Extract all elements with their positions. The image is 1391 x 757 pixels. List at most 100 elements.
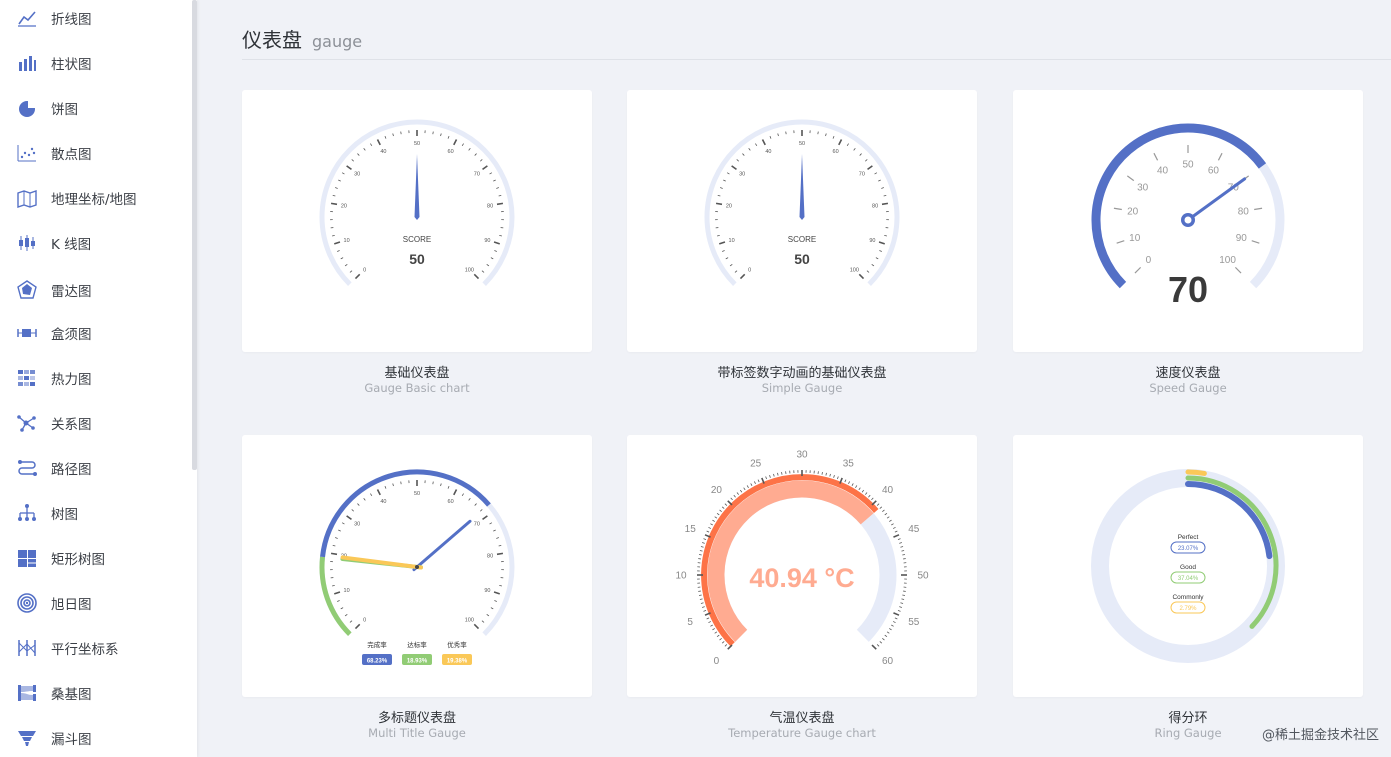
- minor-tick: [886, 631, 890, 634]
- tick-label: 90: [1236, 233, 1248, 244]
- sidebar-item[interactable]: 地理坐标/地图: [0, 178, 190, 218]
- minor-tick: [833, 475, 835, 478]
- tick-label: 30: [796, 450, 808, 461]
- minor-tick: [874, 172, 878, 175]
- minor-tick: [699, 550, 703, 552]
- minor-tick: [871, 497, 874, 501]
- minor-tick: [349, 270, 353, 273]
- major-tick: [1116, 240, 1125, 244]
- gauge-card[interactable]: 0 10 20 30 40 50 60 70 80 90 100 SCORE 50: [242, 90, 592, 352]
- minor-tick: [351, 159, 355, 162]
- tree-icon: [16, 502, 38, 524]
- minor-tick: [883, 194, 887, 197]
- sidebar-item[interactable]: 盒须图: [0, 313, 190, 353]
- ring-progress: [1185, 469, 1207, 476]
- tick-label: 20: [711, 485, 723, 496]
- sidebar-item-label: 折线图: [51, 12, 92, 28]
- tick-label: 0: [714, 656, 720, 667]
- minor-tick: [721, 506, 725, 509]
- sidebar-item[interactable]: 散点图: [0, 133, 190, 173]
- bar-chart-icon: [16, 52, 38, 74]
- sidebar-item[interactable]: 折线图: [0, 0, 190, 38]
- lines-icon: [16, 457, 38, 479]
- sidebar-item[interactable]: 柱状图: [0, 43, 190, 83]
- sidebar-item-label: 旭日图: [51, 597, 92, 613]
- tick-label: 5: [687, 617, 693, 628]
- tick-label: 40: [380, 499, 386, 505]
- sidebar-item-label: 热力图: [51, 372, 92, 388]
- minor-tick: [892, 621, 896, 624]
- tick-label: 80: [487, 203, 493, 209]
- minor-tick: [821, 471, 823, 475]
- sidebar-item-label: 盒须图: [51, 327, 92, 343]
- sidebar-item-label: 雷达图: [51, 284, 92, 300]
- sidebar-item[interactable]: 热力图: [0, 358, 190, 398]
- sidebar-item[interactable]: 雷达图: [0, 270, 190, 310]
- tick-label: 0: [1146, 255, 1152, 266]
- sidebar-item[interactable]: 饼图: [0, 88, 190, 128]
- gauge-card[interactable]: 0102030405060708090100完成率68.23%达标率18.93%…: [242, 435, 592, 697]
- minor-tick: [889, 519, 892, 522]
- sidebar-item[interactable]: K 线图: [0, 223, 190, 263]
- minor-tick: [884, 234, 887, 237]
- minor-tick: [894, 530, 898, 533]
- minor-tick: [825, 133, 827, 137]
- minor-tick: [889, 628, 892, 631]
- minor-tick: [714, 631, 718, 634]
- minor-tick: [703, 538, 707, 540]
- minor-tick: [868, 494, 871, 498]
- minor-tick: [876, 503, 880, 506]
- tick-label: 100: [465, 267, 474, 273]
- major-tick: [354, 623, 361, 630]
- sidebar-item[interactable]: 关系图: [0, 403, 190, 443]
- minor-tick: [474, 503, 477, 506]
- minor-tick: [336, 600, 340, 602]
- tick-label: 80: [1238, 207, 1250, 218]
- minor-tick: [892, 526, 896, 529]
- minor-tick: [698, 554, 702, 556]
- major-tick: [453, 489, 458, 496]
- sidebar-item[interactable]: 漏斗图: [0, 718, 190, 757]
- major-tick: [346, 165, 352, 171]
- header-divider: [242, 59, 1391, 60]
- gauge-card[interactable]: 0 10 20 30 40 50 60 70 80 90 100 SCORE 50: [627, 90, 977, 352]
- major-tick: [731, 165, 737, 171]
- minor-tick: [866, 270, 870, 273]
- minor-tick: [769, 475, 771, 478]
- minor-tick: [702, 606, 705, 608]
- sidebar-item[interactable]: 矩形树图: [0, 538, 190, 578]
- card-subtitle: Gauge Basic chart: [364, 381, 470, 395]
- treemap-icon: [16, 547, 38, 569]
- gauge-card[interactable]: Perfect 23.07% Good 37.04% Commonly 2.79%: [1013, 435, 1363, 697]
- gauge-card[interactable]: 0 5 10 15 20 25 30 35 40 45 50 55 60 40.94 °C: [627, 435, 977, 697]
- gauge-card[interactable]: 010203040506070809010070: [1013, 90, 1363, 352]
- sidebar-item[interactable]: 路径图: [0, 448, 190, 488]
- sidebar-item[interactable]: 树图: [0, 493, 190, 533]
- gauge-pointer: [412, 519, 472, 572]
- minor-tick: [879, 641, 883, 644]
- sidebar-item[interactable]: 平行坐标系: [0, 628, 190, 668]
- tick-label: 10: [729, 238, 735, 244]
- page-title: 仪表盘: [242, 28, 302, 52]
- minor-tick: [855, 485, 858, 488]
- line-chart-icon: [16, 7, 38, 29]
- major-tick: [878, 241, 885, 245]
- minor-tick: [340, 607, 344, 610]
- major-tick: [871, 644, 877, 650]
- gauge-detail-title: SCORE: [788, 235, 816, 244]
- minor-tick: [876, 644, 880, 647]
- card-subtitle: Simple Gauge: [761, 381, 843, 395]
- minor-tick: [719, 509, 722, 512]
- tick-label: 50: [799, 141, 805, 147]
- tick-label: 15: [685, 524, 697, 535]
- minor-tick: [817, 131, 819, 135]
- sidebar-item[interactable]: 旭日图: [0, 583, 190, 623]
- sidebar-item[interactable]: 桑基图: [0, 673, 190, 713]
- minor-tick: [886, 516, 890, 519]
- major-tick: [496, 552, 504, 556]
- major-tick: [1153, 152, 1159, 161]
- graph-icon: [16, 412, 38, 434]
- minor-tick: [481, 270, 485, 273]
- minor-tick: [499, 234, 502, 237]
- sidebar: 折线图柱状图饼图散点图地理坐标/地图 K 线图雷达图盒须图热力图关系图路径图树图矩…: [0, 0, 197, 757]
